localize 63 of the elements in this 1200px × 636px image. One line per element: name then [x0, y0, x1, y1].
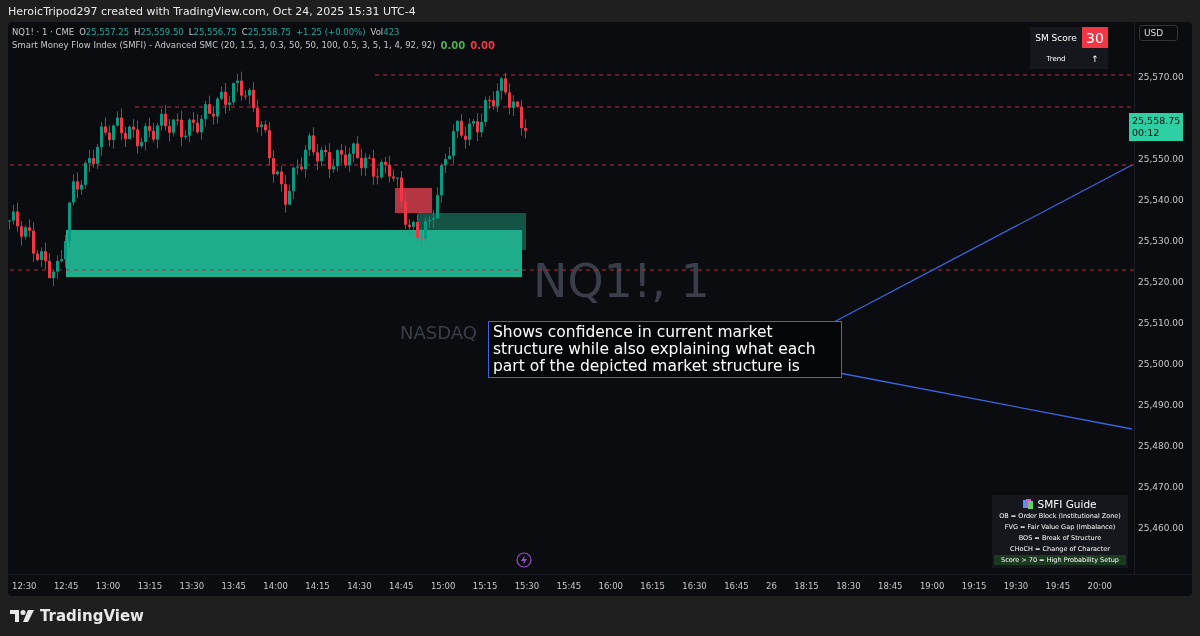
time-label: 12:45 [53, 580, 79, 591]
symbol-watermark: NQ1!, 1 [533, 254, 710, 308]
price-label: 25,510.00 [1138, 318, 1184, 328]
time-label: 16:45 [724, 580, 749, 591]
ohlc-value: H25,559.50 [134, 27, 184, 37]
last-price-badge: 25,558.75 00:12 [1129, 113, 1184, 141]
time-label: 26 [766, 580, 777, 591]
indicator-value: 0.00 [470, 40, 495, 51]
symbol-label[interactable]: NQ1! · 1 · CME [12, 27, 75, 37]
time-label: 18:15 [794, 580, 819, 591]
price-label: 25,490.00 [1138, 400, 1184, 410]
brand-name: TradingView [40, 607, 144, 625]
time-label: 14:45 [389, 580, 414, 591]
currency-button[interactable]: USD [1139, 25, 1179, 41]
price-label: 25,530.00 [1138, 236, 1184, 246]
guide-title-text: SMFI Guide [1037, 498, 1097, 510]
time-label: 19:00 [919, 580, 945, 591]
volume-value: Vol423 [370, 27, 400, 37]
time-label: 18:30 [836, 580, 861, 591]
time-label: 14:30 [347, 580, 372, 591]
time-label: 12:30 [12, 580, 37, 591]
score-value: 30 [1082, 27, 1108, 48]
ohlc-value: L25,556.75 [188, 27, 237, 37]
time-label: 19:45 [1045, 580, 1071, 591]
supply-zone [395, 188, 432, 213]
price-label: 25,500.00 [1138, 359, 1184, 369]
symbol-description-watermark: NASDAQ [400, 322, 477, 343]
palette-icon [1023, 499, 1034, 509]
time-label: 15:15 [472, 580, 498, 591]
price-label: 25,470.00 [1138, 482, 1184, 492]
time-label: 15:45 [556, 580, 582, 591]
time-label: 19:15 [961, 580, 987, 591]
time-label: 13:30 [179, 580, 205, 591]
callout-note: Shows confidence in current market structure while also explaining what each part of the depicted market structure is [488, 321, 842, 378]
time-label: 13:00 [95, 580, 121, 591]
time-label: 13:45 [221, 580, 246, 591]
indicator-value: 0.00 [440, 40, 466, 51]
price-label: 25,570.00 [1138, 72, 1184, 82]
time-label: 15:30 [514, 580, 540, 591]
time-label: 16:30 [682, 580, 707, 591]
price-label: 25,480.00 [1138, 441, 1184, 451]
ohlc-value: C25,558.75 [241, 27, 291, 37]
time-label: 18:45 [878, 580, 903, 591]
time-label: 19:30 [1003, 580, 1029, 591]
ohlc-value: O25,557.25 [79, 27, 130, 37]
chart-credit: HeroicTripod297 created with TradingView.com, Oct 24, 2025 15:31 UTC-4 [7, 3, 417, 20]
price-change: +1.25 (+0.00%) [296, 27, 366, 37]
time-label: 14:15 [305, 580, 330, 591]
logo-icon [10, 610, 34, 622]
time-label: 14:00 [263, 580, 288, 591]
lightning-icon[interactable] [516, 552, 532, 568]
price-label: 25,520.00 [1138, 277, 1184, 287]
price-label: 25,460.00 [1138, 523, 1184, 533]
time-label: 16:00 [598, 580, 623, 591]
time-label: 16:15 [640, 580, 665, 591]
score-title: SM Score [1034, 31, 1078, 45]
time-label: 13:15 [137, 580, 163, 591]
indicator-name[interactable]: Smart Money Flow Index (SMFI) - Advanced SMC (20, 1.5, 3, 0.3, 50, 50, 100, 0.5, 3, 5, 1, 4, 92, 92) [12, 40, 436, 51]
price-label: 25,550.00 [1138, 154, 1184, 164]
price-label: 25,540.00 [1138, 195, 1184, 205]
time-label: 20:00 [1087, 580, 1112, 591]
trend-arrow: ↑ [1090, 52, 1100, 66]
time-label: 15:00 [430, 580, 456, 591]
